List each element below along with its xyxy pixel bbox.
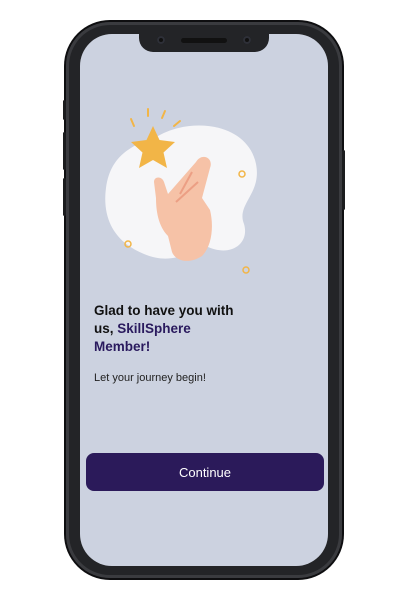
volume-down-button: [63, 178, 66, 216]
continue-button[interactable]: Continue: [86, 453, 324, 491]
power-button: [342, 150, 345, 210]
member-label: Member!: [94, 339, 151, 354]
side-button: [63, 100, 66, 120]
brand-name: SkillSphere: [117, 321, 191, 336]
volume-up-button: [63, 132, 66, 170]
notch: [139, 34, 269, 52]
heading-line-1: Glad to have you with: [94, 303, 234, 318]
speaker-grille: [181, 38, 227, 43]
high-five-illustration: [105, 108, 257, 274]
welcome-heading: Glad to have you with us, SkillSphere Me…: [94, 302, 254, 356]
phone-screen: Glad to have you with us, SkillSphere Me…: [80, 34, 328, 566]
front-camera-icon: [157, 36, 165, 44]
heading-prefix: us,: [94, 321, 118, 336]
sensor-icon: [243, 36, 251, 44]
welcome-subtext: Let your journey begin!: [94, 372, 206, 384]
